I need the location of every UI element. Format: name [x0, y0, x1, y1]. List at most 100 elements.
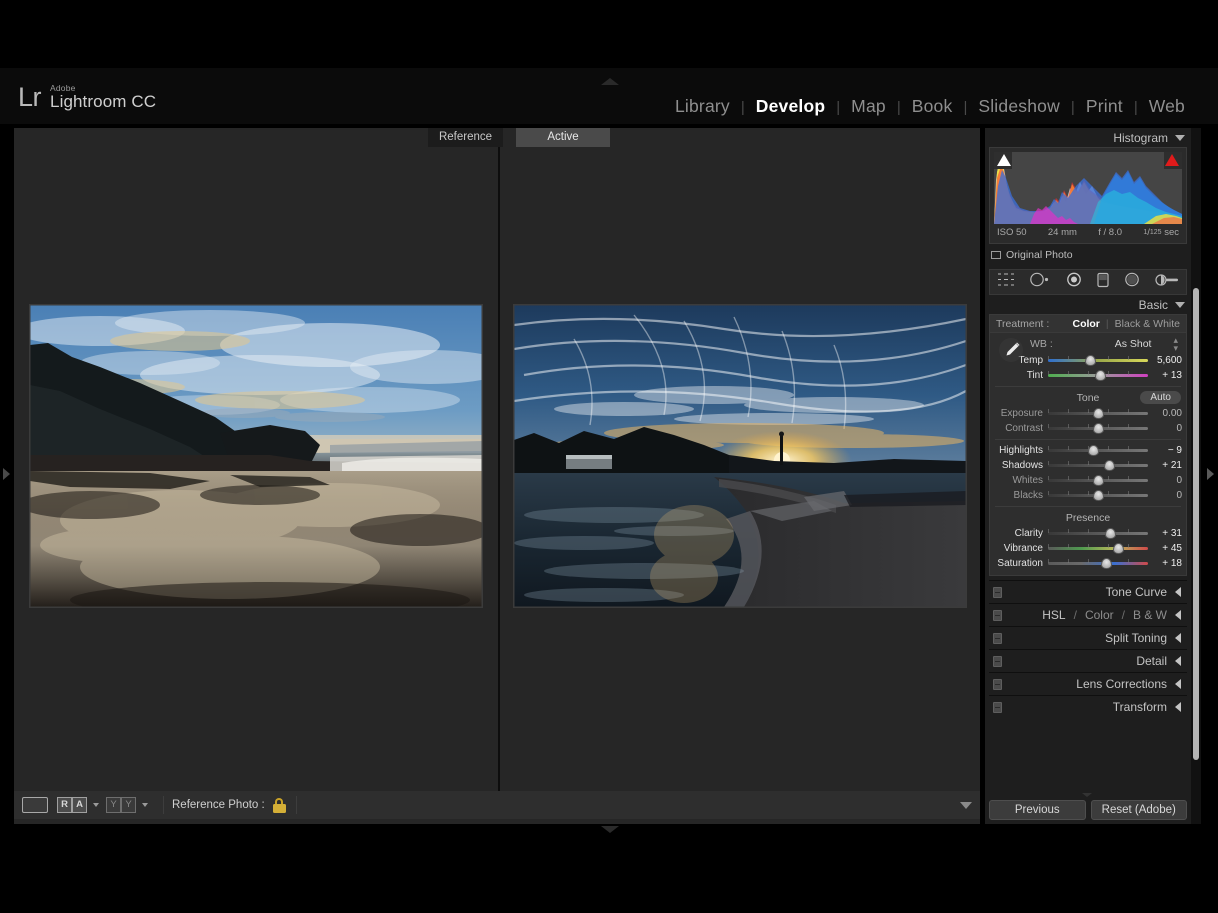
- panel-switch-lens-corrections[interactable]: [993, 679, 1002, 690]
- lock-closed-icon[interactable]: [272, 797, 286, 813]
- right-panel-expand-arrow-icon[interactable]: [1207, 468, 1214, 480]
- chevron-down-icon[interactable]: [1175, 134, 1185, 141]
- collapsed-panel-lens-corrections[interactable]: Lens Corrections: [989, 672, 1187, 695]
- red-eye-correction-icon[interactable]: [1066, 272, 1082, 292]
- collapsed-panel-title-part-bandw[interactable]: B & W: [1133, 608, 1167, 622]
- tab-reference[interactable]: Reference: [428, 128, 503, 147]
- collapsed-panel-hsl-color-bandw[interactable]: HSL / Color / B & W: [989, 603, 1187, 626]
- chevron-left-icon[interactable]: [1175, 610, 1181, 620]
- active-pane[interactable]: [500, 147, 980, 804]
- slider-row-highlights[interactable]: Highlights − 9: [990, 443, 1186, 458]
- slider-track-vibrance[interactable]: [1048, 542, 1148, 555]
- slider-row-exposure[interactable]: Exposure 0.00: [990, 406, 1186, 421]
- slider-handle-vibrance[interactable]: [1112, 543, 1124, 554]
- chevron-left-icon[interactable]: [1175, 679, 1181, 689]
- slider-row-contrast[interactable]: Contrast 0: [990, 421, 1186, 436]
- module-nav-item-web[interactable]: Web: [1138, 96, 1196, 117]
- slider-track-shadows[interactable]: [1048, 459, 1148, 472]
- top-panel-collapse-chevron-icon[interactable]: [601, 78, 619, 85]
- reference-pane[interactable]: [14, 147, 498, 804]
- left-panel-expand-arrow-icon[interactable]: [3, 468, 10, 480]
- tab-active[interactable]: Active: [516, 128, 610, 147]
- slider-track-clarity[interactable]: [1048, 527, 1148, 540]
- slider-handle-exposure[interactable]: [1092, 408, 1104, 419]
- treatment-option-color[interactable]: Color: [1072, 318, 1099, 330]
- chevron-left-icon[interactable]: [1175, 587, 1181, 597]
- slider-value-whites[interactable]: 0: [1148, 475, 1182, 486]
- compare-ra-dropdown-icon[interactable]: [93, 803, 99, 807]
- slider-row-clarity[interactable]: Clarity + 31: [990, 526, 1186, 541]
- loupe-view-icon[interactable]: [22, 797, 48, 813]
- module-nav-item-develop[interactable]: Develop: [745, 96, 836, 117]
- wb-stepper-icon[interactable]: ▴ ▾: [1173, 336, 1178, 353]
- toolbar-options-chevron-icon[interactable]: [960, 801, 972, 809]
- slider-value-temp[interactable]: 5,600: [1148, 355, 1182, 366]
- filmstrip-collapse-chevron-icon[interactable]: [601, 826, 619, 833]
- chevron-left-icon[interactable]: [1175, 702, 1181, 712]
- chevron-left-icon[interactable]: [1175, 633, 1181, 643]
- treatment-option-black-and-white[interactable]: Black & White: [1115, 318, 1180, 330]
- harbour-pier-sunset-photo[interactable]: [514, 305, 966, 607]
- panel-switch-tone-curve[interactable]: [993, 587, 1002, 598]
- shadow-clipping-icon[interactable]: [997, 154, 1011, 166]
- slider-track-blacks[interactable]: [1048, 489, 1148, 502]
- slider-handle-temp[interactable]: [1084, 355, 1096, 366]
- auto-tone-button[interactable]: Auto: [1140, 391, 1181, 404]
- collapsed-panel-title-part-hsl[interactable]: HSL: [1042, 608, 1065, 622]
- slider-row-vibrance[interactable]: Vibrance + 45: [990, 541, 1186, 556]
- slider-track-temp[interactable]: [1048, 354, 1148, 367]
- slider-value-saturation[interactable]: + 18: [1148, 558, 1182, 569]
- slider-handle-contrast[interactable]: [1092, 423, 1104, 434]
- slider-row-whites[interactable]: Whites 0: [990, 473, 1186, 488]
- module-nav-item-slideshow[interactable]: Slideshow: [967, 96, 1071, 117]
- crop-overlay-icon[interactable]: [997, 272, 1015, 292]
- module-nav-item-book[interactable]: Book: [901, 96, 964, 117]
- chevron-left-icon[interactable]: [1175, 656, 1181, 666]
- slider-value-blacks[interactable]: 0: [1148, 490, 1182, 501]
- module-nav[interactable]: Library | Develop | Map | Book | Slideshow | Print…: [664, 96, 1196, 117]
- panel-switch-transform[interactable]: [993, 702, 1002, 713]
- panel-switch-split-toning[interactable]: [993, 633, 1002, 644]
- slider-handle-clarity[interactable]: [1104, 528, 1116, 539]
- panel-switch-detail[interactable]: [993, 656, 1002, 667]
- module-nav-item-map[interactable]: Map: [840, 96, 897, 117]
- slider-row-blacks[interactable]: Blacks 0: [990, 488, 1186, 503]
- slider-value-exposure[interactable]: 0.00: [1148, 408, 1182, 419]
- collapsed-panel-transform[interactable]: Transform: [989, 695, 1187, 718]
- module-nav-item-library[interactable]: Library: [664, 96, 741, 117]
- slider-handle-saturation[interactable]: [1100, 558, 1112, 569]
- slider-row-shadows[interactable]: Shadows + 21: [990, 458, 1186, 473]
- slider-track-saturation[interactable]: [1048, 557, 1148, 570]
- beach-sunset-reflection-photo[interactable]: [30, 305, 482, 607]
- slider-value-contrast[interactable]: 0: [1148, 423, 1182, 434]
- slider-handle-highlights[interactable]: [1087, 445, 1099, 456]
- slider-track-tint[interactable]: [1048, 369, 1148, 382]
- before-after-dropdown-icon[interactable]: [142, 803, 148, 807]
- collapsed-panel-title-part-color[interactable]: Color: [1085, 608, 1114, 622]
- reset-button[interactable]: Reset (Adobe): [1090, 800, 1187, 820]
- panel-switch-hsl-color-bandw[interactable]: [993, 610, 1002, 621]
- basic-panel-header[interactable]: Basic: [985, 295, 1191, 314]
- slider-handle-shadows[interactable]: [1103, 460, 1115, 471]
- previous-button[interactable]: Previous: [989, 800, 1086, 820]
- slider-value-highlights[interactable]: − 9: [1148, 445, 1182, 456]
- slider-track-exposure[interactable]: [1048, 407, 1148, 420]
- module-nav-item-print[interactable]: Print: [1075, 96, 1134, 117]
- highlight-clipping-icon[interactable]: [1165, 154, 1179, 166]
- slider-value-vibrance[interactable]: + 45: [1148, 543, 1182, 554]
- histogram-graph[interactable]: [994, 152, 1182, 224]
- reference-active-compare-icon[interactable]: R A: [57, 797, 87, 813]
- slider-row-tint[interactable]: Tint + 13: [990, 368, 1186, 383]
- slider-track-contrast[interactable]: [1048, 422, 1148, 435]
- slider-row-saturation[interactable]: Saturation + 18: [990, 556, 1186, 571]
- panel-collapse-chevron-icon[interactable]: [1082, 793, 1092, 797]
- checkbox-icon[interactable]: [991, 251, 1001, 259]
- collapsed-panel-split-toning[interactable]: Split Toning: [989, 626, 1187, 649]
- original-photo-toggle[interactable]: Original Photo: [985, 244, 1191, 265]
- collapsed-panel-tone-curve[interactable]: Tone Curve: [989, 580, 1187, 603]
- collapsed-panel-detail[interactable]: Detail: [989, 649, 1187, 672]
- slider-track-highlights[interactable]: [1048, 444, 1148, 457]
- slider-track-whites[interactable]: [1048, 474, 1148, 487]
- spot-removal-icon[interactable]: [1029, 272, 1051, 292]
- radial-filter-icon[interactable]: [1124, 272, 1140, 292]
